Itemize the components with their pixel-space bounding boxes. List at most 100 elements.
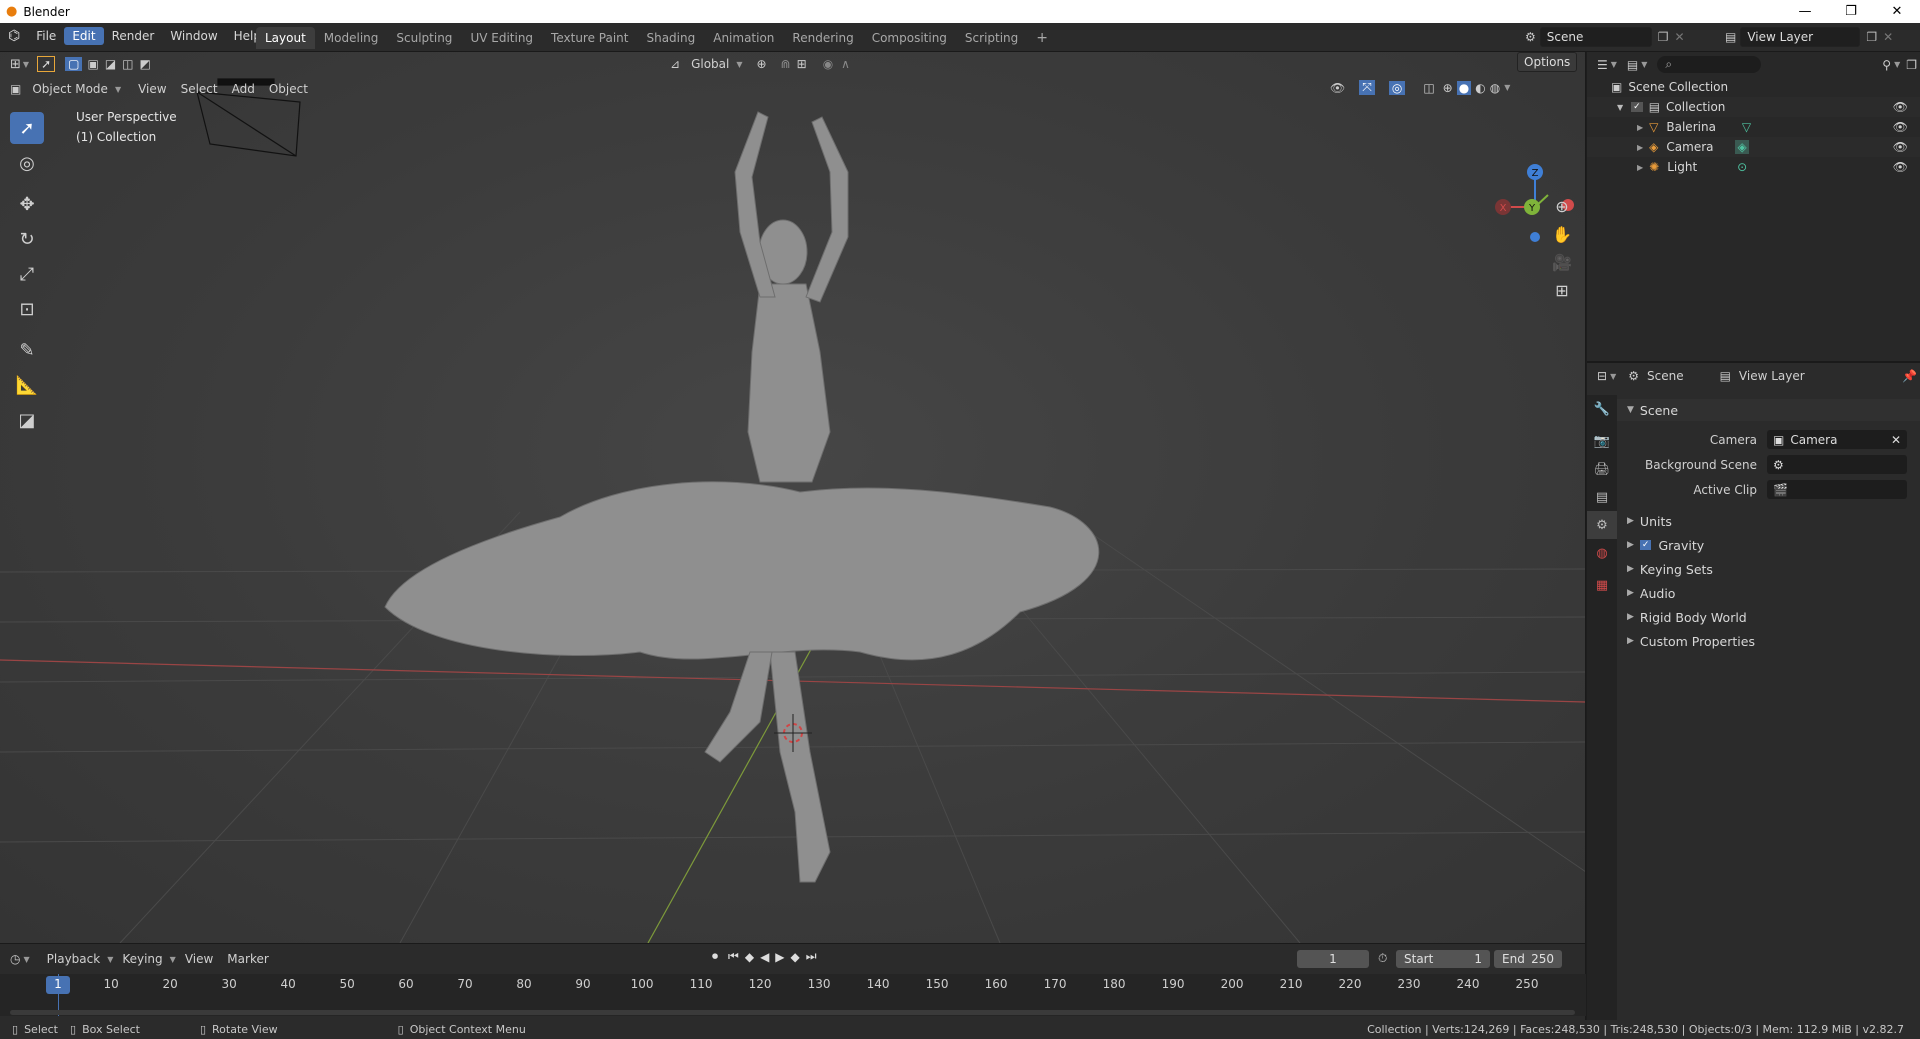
render-tab-icon[interactable]: 📷 <box>1587 427 1617 455</box>
chevron-down-icon[interactable]: ▼ <box>115 85 121 94</box>
jump-end-icon[interactable]: ⏭ <box>806 949 817 964</box>
menu-render[interactable]: Render <box>104 27 163 45</box>
eye-icon[interactable]: 👁 <box>1893 100 1908 114</box>
gravity-checkbox[interactable]: ✓ <box>1639 540 1652 550</box>
tab-modeling[interactable]: Modeling <box>315 27 388 49</box>
active-clip-field[interactable]: 🎬 <box>1767 480 1907 499</box>
audio-panel-header[interactable]: ▶ Audio <box>1617 582 1920 604</box>
shading-wireframe-icon[interactable]: ⊕ <box>1443 81 1453 95</box>
ballerina-mesh[interactable] <box>384 111 1100 883</box>
tab-scripting[interactable]: Scripting <box>956 27 1027 49</box>
eye-icon[interactable]: 👁 <box>1893 120 1908 134</box>
tool-tab-icon[interactable]: 🔧 <box>1587 395 1617 423</box>
clear-icon[interactable]: ✕ <box>1891 433 1901 447</box>
chevron-down-icon[interactable]: ▼ <box>1611 60 1617 69</box>
background-scene-field[interactable]: ⚙ <box>1767 455 1907 474</box>
chevron-down-icon[interactable]: ▼ <box>23 60 29 69</box>
new-viewlayer-icon[interactable]: ❐ <box>1866 30 1877 44</box>
units-panel-header[interactable]: ▶ Units <box>1617 510 1920 532</box>
outliner-row-scene-collection[interactable]: ▣ Scene Collection <box>1587 77 1920 97</box>
3d-viewport[interactable]: ⊞ ▼ ➚ ▢ ▣ ◪ ◫ ◩ ⊿ Global ▼ ⊕ ⋒ ⊞ ◉ ∧ Opt… <box>0 52 1586 943</box>
custom-properties-panel-header[interactable]: ▶ Custom Properties <box>1617 630 1920 652</box>
menu-file[interactable]: File <box>28 27 64 45</box>
maximize-button[interactable]: ❐ <box>1828 0 1874 23</box>
gizmo-toggle-icon[interactable]: ⤧ <box>1359 80 1375 95</box>
scene-tab-icon[interactable]: ⚙ <box>1587 511 1617 539</box>
expand-arrow-icon[interactable]: ▶ <box>1637 163 1643 172</box>
end-frame-value[interactable]: 250 <box>1531 952 1554 966</box>
camera-view-icon[interactable]: 🎥 <box>1548 248 1576 276</box>
viewport-menu-view[interactable]: View <box>131 80 173 98</box>
outliner-row-balerina[interactable]: ▶ ▽ Balerina ▽ 👁 <box>1587 117 1920 137</box>
add-cube-tool-icon[interactable]: ◪ <box>10 404 44 436</box>
select-box-tool-icon[interactable]: ➚ <box>10 112 44 144</box>
prev-keyframe-icon[interactable]: ◆ <box>745 950 754 964</box>
add-workspace-button[interactable]: + <box>1027 26 1057 50</box>
scale-tool-icon[interactable]: ⤢ <box>10 258 44 290</box>
viewport-menu-object[interactable]: Object <box>262 80 315 98</box>
tab-shading[interactable]: Shading <box>637 27 704 49</box>
light-data-icon[interactable]: ⊙ <box>1737 160 1747 174</box>
tab-layout[interactable]: Layout <box>256 27 315 49</box>
collection-checkbox[interactable]: ✓ <box>1631 102 1643 112</box>
new-scene-icon[interactable]: ❐ <box>1658 30 1669 44</box>
outliner-row-collection[interactable]: ▼ ✓ ▤ Collection 👁 <box>1587 97 1920 117</box>
timeline-menu-keying[interactable]: Keying <box>115 950 169 968</box>
blender-menu-icon[interactable]: ⌬ <box>8 28 20 44</box>
viewlayer-selector[interactable]: View Layer <box>1740 27 1861 47</box>
timeline-menu-playback[interactable]: Playback <box>40 950 108 968</box>
select-mode-invert-icon[interactable]: ◫ <box>119 57 136 71</box>
properties-editor-type-icon[interactable]: ⊟ <box>1597 369 1607 383</box>
chevron-down-icon[interactable]: ▼ <box>23 955 29 964</box>
minimize-button[interactable]: — <box>1782 0 1828 23</box>
tab-texture-paint[interactable]: Texture Paint <box>542 27 637 49</box>
timeline-scrollbar[interactable] <box>10 1010 1575 1015</box>
expand-arrow-icon[interactable]: ▼ <box>1617 103 1623 112</box>
falloff-icon[interactable]: ∧ <box>841 57 850 71</box>
rigid-body-world-panel-header[interactable]: ▶ Rigid Body World <box>1617 606 1920 628</box>
delete-viewlayer-icon[interactable]: ✕ <box>1883 30 1893 44</box>
close-button[interactable]: ✕ <box>1874 0 1920 23</box>
viewport-menu-add[interactable]: Add <box>225 80 262 98</box>
shading-solid-icon[interactable]: ● <box>1456 80 1472 95</box>
outliner-editor-type-icon[interactable]: ☰ <box>1597 58 1608 72</box>
expand-arrow-icon[interactable]: ▶ <box>1637 143 1643 152</box>
measure-tool-icon[interactable]: 📐 <box>10 369 44 401</box>
proportional-editing-icon[interactable]: ◉ <box>823 57 833 71</box>
annotate-tool-icon[interactable]: ✎ <box>10 334 44 366</box>
select-mode-extend-icon[interactable]: ▣ <box>84 57 101 71</box>
perspective-toggle-icon[interactable]: ⊞ <box>1548 276 1576 304</box>
mode-dropdown[interactable]: Object Mode <box>25 80 115 98</box>
tab-rendering[interactable]: Rendering <box>783 27 862 49</box>
select-mode-intersect-icon[interactable]: ◩ <box>137 57 154 71</box>
shading-material-icon[interactable]: ◐ <box>1475 81 1485 95</box>
tab-compositing[interactable]: Compositing <box>863 27 956 49</box>
transform-orientation-dropdown[interactable]: Global <box>684 55 736 73</box>
select-mode-new-icon[interactable]: ▢ <box>65 57 83 71</box>
outliner-row-camera[interactable]: ▶ ◈ Camera ◈ 👁 <box>1587 137 1920 157</box>
outliner-row-light[interactable]: ▶ ✺ Light ⊙ 👁 <box>1587 157 1920 177</box>
outliner-search-input[interactable]: ⌕ <box>1657 56 1762 73</box>
options-dropdown[interactable]: Options <box>1517 52 1578 72</box>
chevron-down-icon[interactable]: ▼ <box>1504 83 1510 92</box>
tab-sculpting[interactable]: Sculpting <box>387 27 461 49</box>
timeline-editor-type-icon[interactable]: ◷ <box>10 952 20 966</box>
chevron-down-icon[interactable]: ▼ <box>170 955 176 964</box>
pivot-point-icon[interactable]: ⊕ <box>757 57 767 71</box>
select-tool-icon[interactable]: ➚ <box>37 56 56 72</box>
filter-icon[interactable]: ⚲ <box>1882 58 1891 72</box>
tab-animation[interactable]: Animation <box>704 27 783 49</box>
snap-target-icon[interactable]: ⊞ <box>797 57 807 71</box>
viewlayer-tab-icon[interactable]: ▤ <box>1587 483 1617 511</box>
pin-icon[interactable]: 📌 <box>1902 369 1917 383</box>
timeline-menu-marker[interactable]: Marker <box>220 950 275 968</box>
menu-edit[interactable]: Edit <box>64 27 104 45</box>
scene-panel-header[interactable]: ▼ Scene <box>1617 399 1920 421</box>
xray-toggle-icon[interactable]: ◫ <box>1423 81 1434 95</box>
overlay-toggle-icon[interactable]: ◎ <box>1388 80 1406 95</box>
jump-start-icon[interactable]: ⏮ <box>728 949 739 964</box>
display-mode-icon[interactable]: ▤ <box>1627 58 1638 72</box>
delete-scene-icon[interactable]: ✕ <box>1675 30 1685 44</box>
cursor-tool-icon[interactable]: ◎ <box>10 147 44 179</box>
editor-type-icon[interactable]: ⊞ <box>10 57 21 72</box>
